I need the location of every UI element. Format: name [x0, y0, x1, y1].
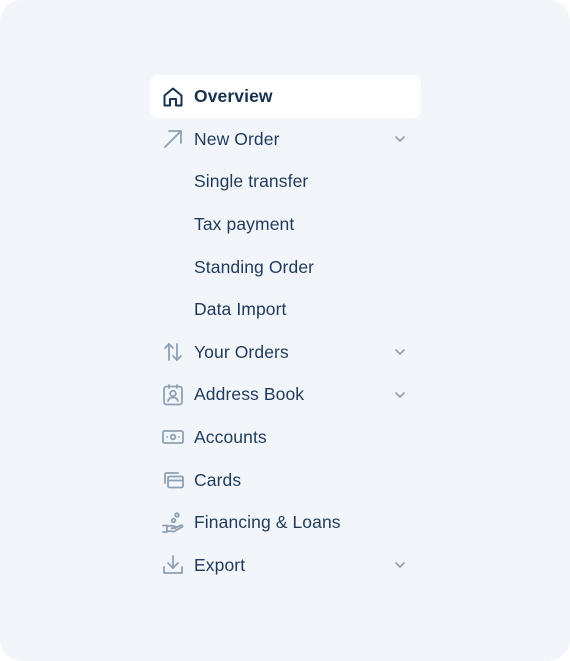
arrows-up-down-icon [161, 340, 185, 364]
nav-item-label: Single transfer [194, 171, 309, 192]
nav-item-your-orders[interactable]: Your Orders [150, 331, 421, 374]
nav-subitem-data-import[interactable]: Data Import [150, 288, 421, 331]
nav-item-label: Tax payment [194, 213, 295, 234]
chevron-down-icon[interactable] [393, 388, 407, 402]
nav-item-label: Your Orders [194, 341, 289, 362]
nav-item-accounts[interactable]: Accounts [150, 416, 421, 459]
nav-item-label: Cards [194, 469, 242, 490]
nav-subitem-tax-payment[interactable]: Tax payment [150, 203, 421, 246]
nav-item-label: Accounts [194, 426, 267, 447]
nav-item-label: New Order [194, 128, 280, 149]
navigation-panel: Overview New Order Single transfer Tax p… [0, 0, 570, 661]
banknote-icon [161, 425, 185, 449]
nav-item-label: Data Import [194, 299, 287, 320]
nav-item-label: Standing Order [194, 256, 315, 277]
download-icon [161, 553, 185, 577]
nav-item-cards[interactable]: Cards [150, 459, 421, 502]
sidebar-nav: Overview New Order Single transfer Tax p… [150, 75, 421, 587]
nav-item-label: Overview [194, 86, 273, 106]
hand-coin-icon [161, 511, 185, 535]
contact-card-icon [161, 383, 185, 407]
nav-item-overview[interactable]: Overview [150, 75, 421, 118]
nav-item-financing-loans[interactable]: Financing & Loans [150, 501, 421, 544]
chevron-down-icon[interactable] [393, 558, 407, 572]
nav-subitem-standing-order[interactable]: Standing Order [150, 246, 421, 289]
nav-item-label: Export [194, 554, 246, 575]
home-icon [161, 85, 185, 109]
nav-subitem-single-transfer[interactable]: Single transfer [150, 161, 421, 204]
nav-item-export[interactable]: Export [150, 544, 421, 587]
arrow-up-right-icon [161, 127, 185, 151]
chevron-down-icon[interactable] [393, 345, 407, 359]
nav-item-label: Financing & Loans [194, 512, 341, 533]
credit-cards-icon [161, 468, 185, 492]
chevron-down-icon[interactable] [393, 132, 407, 146]
nav-item-label: Address Book [194, 384, 305, 405]
nav-item-new-order[interactable]: New Order [150, 118, 421, 161]
nav-item-address-book[interactable]: Address Book [150, 374, 421, 417]
